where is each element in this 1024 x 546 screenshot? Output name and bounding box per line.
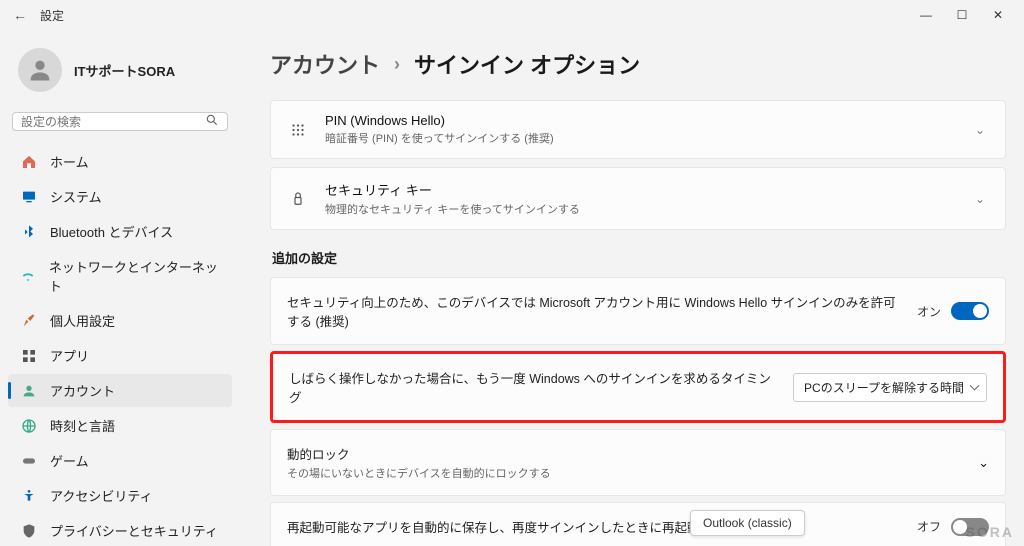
sidebar-item-time-language[interactable]: 時刻と言語 [8, 409, 232, 442]
globe-icon [20, 417, 38, 435]
wifi-icon [20, 267, 37, 285]
sidebar-item-home[interactable]: ホーム [8, 145, 232, 178]
apps-icon [20, 347, 38, 365]
sidebar-item-label: アカウント [50, 381, 115, 400]
toggle-hello-only[interactable] [951, 302, 989, 320]
system-icon [20, 188, 38, 206]
minimize-button[interactable]: — [908, 8, 944, 22]
toggle-state-label: オン [917, 303, 941, 320]
home-icon [20, 153, 38, 171]
main-content: アカウント › サインイン オプション PIN (Windows Hello) … [240, 30, 1024, 546]
signin-option-security-key[interactable]: セキュリティ キー 物理的なセキュリティ キーを使ってサインインする ⌄ [270, 167, 1006, 230]
brush-icon [20, 312, 38, 330]
sidebar-item-system[interactable]: システム [8, 180, 232, 213]
sidebar-item-accounts[interactable]: アカウント [8, 374, 232, 407]
sidebar-item-accessibility[interactable]: アクセシビリティ [8, 479, 232, 512]
chevron-down-icon: ⌄ [971, 123, 989, 137]
sidebar-item-label: アプリ [50, 346, 89, 365]
taskbar-preview-chip[interactable]: Outlook (classic) [690, 510, 805, 536]
sidebar-item-apps[interactable]: アプリ [8, 339, 232, 372]
avatar [18, 48, 62, 92]
user-name: ITサポートSORA [74, 61, 175, 80]
titlebar: ← 設定 — ☐ ✕ [0, 0, 1024, 30]
row-title: 動的ロック [287, 444, 962, 463]
chevron-down-icon: ⌄ [971, 192, 989, 206]
sidebar-item-label: プライバシーとセキュリティ [50, 521, 218, 540]
user-block[interactable]: ITサポートSORA [8, 40, 232, 108]
back-button[interactable]: ← [8, 7, 32, 23]
sidebar-item-gaming[interactable]: ゲーム [8, 444, 232, 477]
watermark: SORA [966, 524, 1014, 540]
account-icon [20, 382, 38, 400]
row-subtitle: その場にいないときにデバイスを自動的にロックする [287, 465, 962, 481]
nav-list: ホーム システム Bluetooth とデバイス ネットワークとインターネット … [8, 145, 232, 546]
row-text: 再起動可能なアプリを自動的に保存し、再度サインインしたときに再起動する [287, 517, 901, 536]
row-require-signin: しばらく操作しなかった場合に、もう一度 Windows へのサインインを求めるタ… [270, 351, 1006, 423]
row-dynamic-lock[interactable]: 動的ロック その場にいないときにデバイスを自動的にロックする ⌄ [270, 429, 1006, 496]
breadcrumb-current: サインイン オプション [414, 48, 640, 80]
section-title-additional: 追加の設定 [272, 248, 1006, 267]
sidebar-item-label: 個人用設定 [50, 311, 115, 330]
card-subtitle: 物理的なセキュリティ キーを使ってサインインする [325, 201, 955, 217]
row-restart-apps: 再起動可能なアプリを自動的に保存し、再度サインインしたときに再起動する オフ [270, 502, 1006, 546]
bluetooth-icon [20, 223, 38, 241]
sidebar-item-label: 時刻と言語 [50, 416, 115, 435]
search-icon [205, 113, 219, 130]
sidebar-item-label: アクセシビリティ [50, 486, 153, 505]
sidebar-item-label: システム [50, 187, 102, 206]
maximize-button[interactable]: ☐ [944, 8, 980, 22]
chevron-right-icon: › [394, 54, 400, 75]
window-title: 設定 [40, 7, 64, 24]
keypad-icon [287, 119, 309, 141]
search-box[interactable] [12, 112, 228, 131]
close-button[interactable]: ✕ [980, 8, 1016, 22]
key-icon [287, 188, 309, 210]
shield-icon [20, 522, 38, 540]
sidebar-item-personalization[interactable]: 個人用設定 [8, 304, 232, 337]
sidebar-item-bluetooth[interactable]: Bluetooth とデバイス [8, 215, 232, 248]
sidebar-item-network[interactable]: ネットワークとインターネット [8, 250, 232, 302]
card-title: セキュリティ キー [325, 180, 955, 199]
search-input[interactable] [21, 115, 205, 129]
card-title: PIN (Windows Hello) [325, 113, 955, 128]
row-text: セキュリティ向上のため、このデバイスでは Microsoft アカウント用に W… [287, 292, 901, 330]
toggle-state-label: オフ [917, 518, 941, 535]
card-subtitle: 暗証番号 (PIN) を使ってサインインする (推奨) [325, 130, 955, 146]
dropdown-require-signin-timing[interactable]: PCのスリープを解除する時間 [793, 373, 987, 402]
chevron-down-icon: ⌄ [978, 455, 989, 471]
breadcrumb: アカウント › サインイン オプション [270, 48, 1006, 80]
sidebar-item-label: ネットワークとインターネット [49, 257, 220, 295]
signin-option-pin[interactable]: PIN (Windows Hello) 暗証番号 (PIN) を使ってサインイン… [270, 100, 1006, 159]
sidebar-item-label: ゲーム [50, 451, 89, 470]
accessibility-icon [20, 487, 38, 505]
sidebar-item-privacy[interactable]: プライバシーとセキュリティ [8, 514, 232, 546]
sidebar: ITサポートSORA ホーム システム Bluetooth とデバイス [0, 30, 240, 546]
sidebar-item-label: ホーム [50, 152, 89, 171]
row-text: しばらく操作しなかった場合に、もう一度 Windows へのサインインを求めるタ… [289, 368, 777, 406]
breadcrumb-parent[interactable]: アカウント [270, 48, 380, 80]
gamepad-icon [20, 452, 38, 470]
sidebar-item-label: Bluetooth とデバイス [50, 222, 173, 241]
person-icon [26, 56, 54, 84]
row-hello-only: セキュリティ向上のため、このデバイスでは Microsoft アカウント用に W… [270, 277, 1006, 345]
